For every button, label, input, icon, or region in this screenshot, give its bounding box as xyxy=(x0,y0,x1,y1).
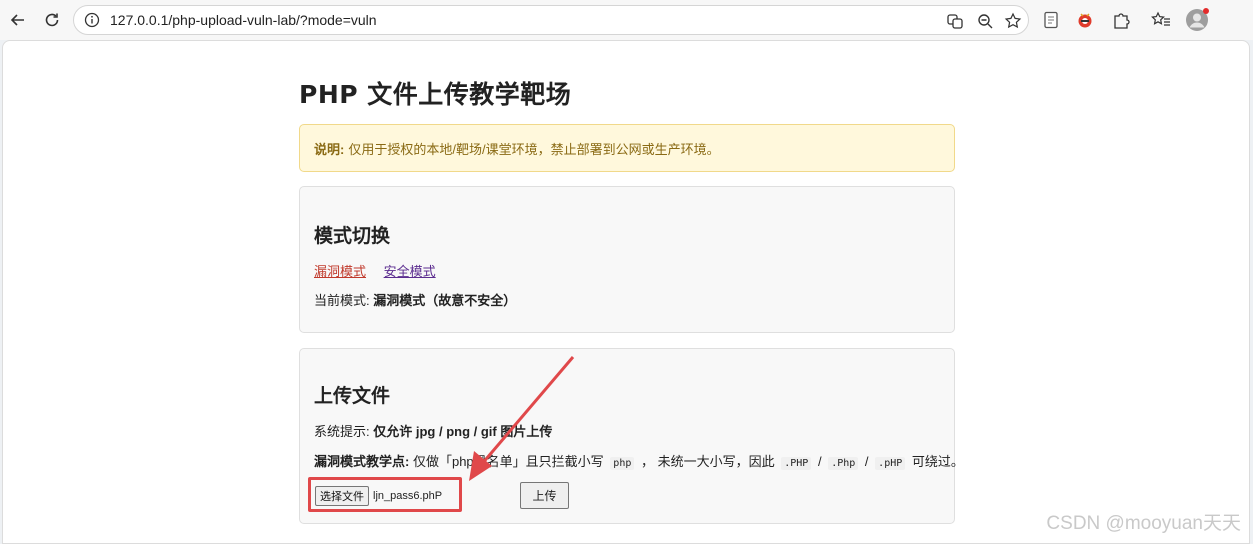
zoom-icon[interactable] xyxy=(976,12,994,30)
favorite-icon[interactable] xyxy=(1004,12,1022,30)
extension-icon[interactable] xyxy=(1072,7,1098,33)
reload-icon[interactable] xyxy=(38,6,66,34)
address-bar[interactable]: 127.0.0.1/php-upload-vuln-lab/?mode=vuln xyxy=(73,5,1029,35)
favorites-bar-icon[interactable] xyxy=(1148,7,1174,33)
profile-icon[interactable] xyxy=(1184,7,1210,33)
url-text[interactable]: 127.0.0.1/php-upload-vuln-lab/?mode=vuln xyxy=(110,12,377,28)
back-icon[interactable] xyxy=(4,6,32,34)
watermark: CSDN @mooyuan天天 xyxy=(1046,513,1241,534)
reading-icon[interactable] xyxy=(1038,7,1064,33)
translate-icon[interactable] xyxy=(946,12,964,30)
puzzle-icon[interactable] xyxy=(1108,7,1134,33)
browser-toolbar: 127.0.0.1/php-upload-vuln-lab/?mode=vuln xyxy=(0,0,1253,40)
annotation-arrow xyxy=(469,356,575,481)
page-viewport: PHP 文件上传教学靶场 说明: 仅用于授权的本地/靶场/课堂环境，禁止部署到公… xyxy=(2,40,1250,544)
info-icon[interactable] xyxy=(84,12,100,28)
